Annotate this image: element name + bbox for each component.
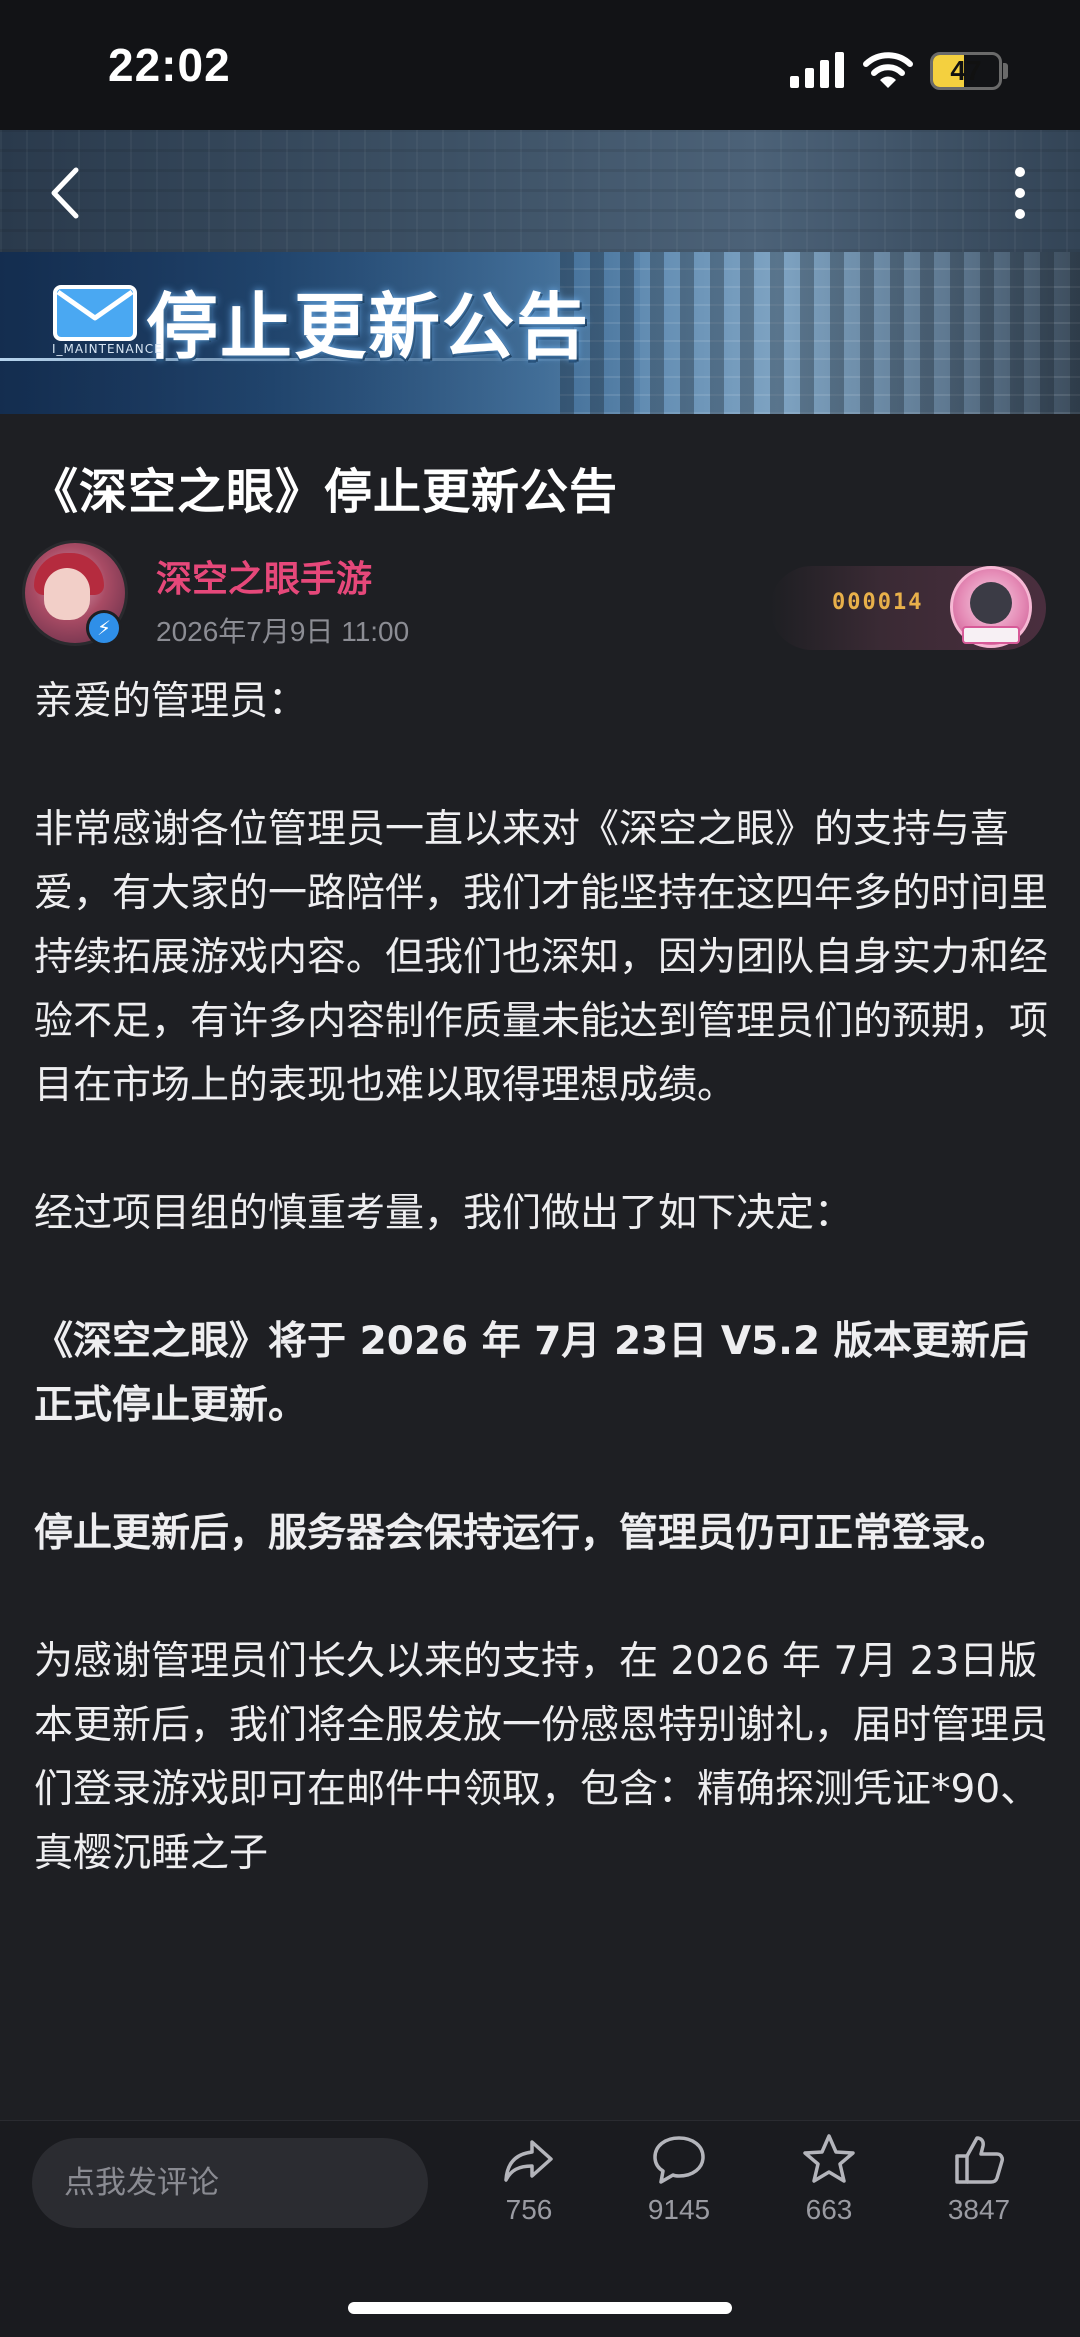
thumbs-up-icon bbox=[955, 2136, 1004, 2184]
banner-title: 停止更新公告 bbox=[146, 285, 591, 369]
battery-icon: 47 bbox=[930, 52, 1002, 90]
home-indicator[interactable] bbox=[348, 2302, 732, 2314]
star-icon bbox=[803, 2134, 855, 2183]
comment-button[interactable]: 9145 bbox=[624, 2132, 734, 2242]
share-icon bbox=[504, 2140, 553, 2182]
verified-icon: ⚡ bbox=[86, 610, 122, 646]
comment-count: 9145 bbox=[647, 2194, 711, 2225]
signal-icon bbox=[790, 52, 844, 88]
article-title: 《深空之眼》停止更新公告 bbox=[30, 464, 619, 520]
article-paragraph: 经过项目组的慎重考量，我们做出了如下决定： bbox=[34, 1191, 854, 1236]
comment-input[interactable]: 点我发评论 bbox=[32, 2138, 428, 2228]
wifi-icon bbox=[863, 52, 913, 88]
like-button[interactable]: 3847 bbox=[924, 2132, 1034, 2242]
badge-avatar-ribbon bbox=[962, 626, 1020, 644]
more-vertical-icon[interactable] bbox=[1000, 160, 1040, 226]
banner-cityscape bbox=[560, 252, 1080, 414]
share-count: 756 bbox=[505, 2194, 553, 2225]
badge-number: 000014 bbox=[832, 590, 924, 615]
article-body: 亲爱的管理员： 非常感谢各位管理员一直以来对《深空之眼》的支持与喜爱，有大家的一… bbox=[34, 670, 1050, 1950]
favorite-count: 663 bbox=[805, 2194, 853, 2225]
post-time: 2026年7月9日 11:00 bbox=[156, 616, 410, 647]
article-paragraph: 非常感谢各位管理员一直以来对《深空之眼》的支持与喜爱，有大家的一路陪伴，我们才能… bbox=[34, 807, 1049, 1108]
avatar-face bbox=[44, 568, 90, 620]
article-paragraph: 亲爱的管理员： bbox=[34, 679, 308, 724]
badge-avatar-face bbox=[970, 582, 1012, 624]
author-name[interactable]: 深空之眼手游 bbox=[156, 550, 372, 602]
article-paragraph-bold: 停止更新后，服务器会保持运行，管理员仍可正常登录。 bbox=[34, 1511, 1010, 1556]
mail-icon bbox=[53, 285, 137, 341]
battery-nub bbox=[1003, 63, 1008, 79]
battery-level: 47 bbox=[950, 55, 982, 86]
comment-icon bbox=[653, 2136, 705, 2184]
like-count: 3847 bbox=[947, 2194, 1011, 2225]
share-button[interactable]: 756 bbox=[474, 2132, 584, 2242]
status-time: 22:02 bbox=[108, 39, 231, 91]
favorite-button[interactable]: 663 bbox=[774, 2132, 884, 2242]
article-paragraph-bold: 《深空之眼》将于 2026 年 7月 23日 V5.2 版本更新后正式停止更新。 bbox=[34, 1319, 1029, 1428]
nav-bar bbox=[0, 130, 1080, 252]
banner-subtitle: I_MAINTENANCE bbox=[52, 342, 163, 356]
status-bar: 22:02 47 bbox=[0, 0, 1080, 130]
article-paragraph: 为感谢管理员们长久以来的支持，在 2026 年 7月 23日版本更新后，我们将全… bbox=[34, 1639, 1049, 1876]
chevron-left-icon[interactable] bbox=[36, 158, 96, 228]
